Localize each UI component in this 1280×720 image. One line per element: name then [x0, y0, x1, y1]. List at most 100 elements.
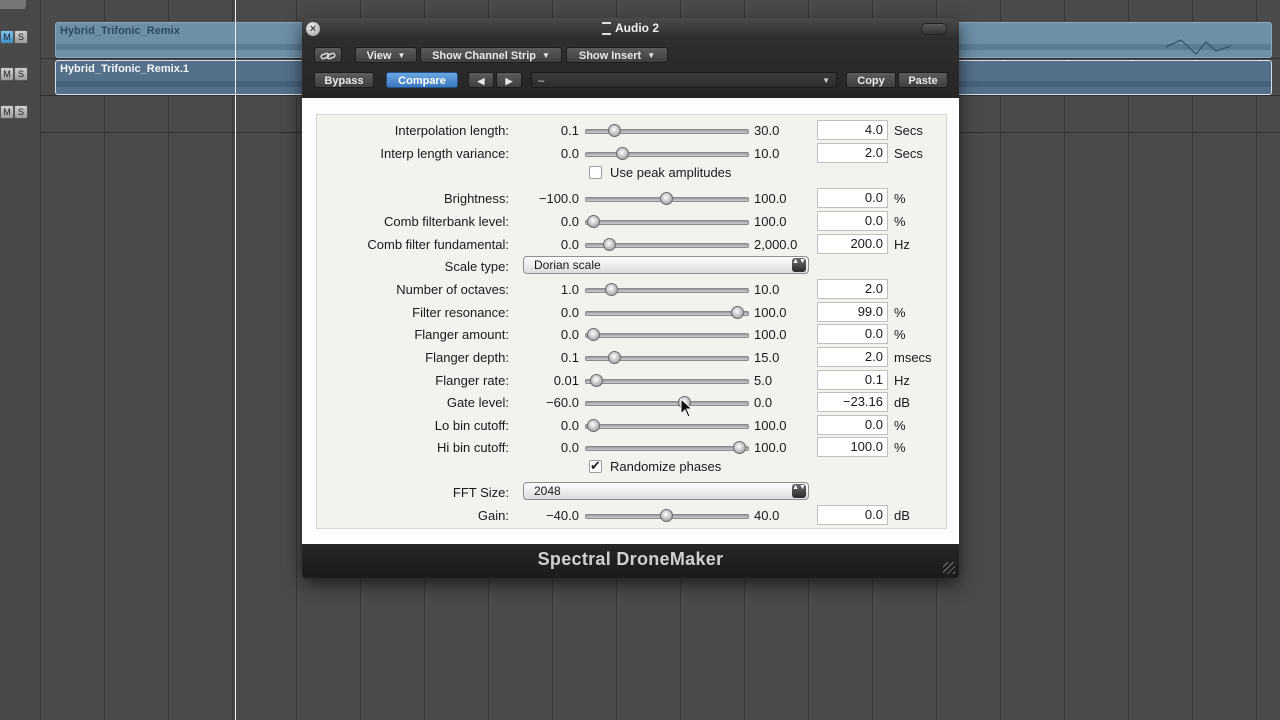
param-value-field[interactable]: −23.16: [817, 392, 888, 412]
previous-preset-button[interactable]: ◀: [468, 72, 494, 88]
param-unit: dB: [894, 508, 910, 523]
param-slider[interactable]: [585, 351, 749, 364]
slider-knob[interactable]: [732, 441, 746, 454]
link-button[interactable]: [314, 47, 342, 63]
channel-icon: [602, 22, 611, 36]
param-max: 2,000.0: [754, 237, 798, 252]
show-channel-strip-button[interactable]: Show Channel Strip ▼: [420, 47, 562, 63]
param-min: 0.1: [560, 123, 579, 138]
param-unit: Hz: [894, 237, 910, 252]
preset-menu[interactable]: – ▼: [531, 72, 837, 88]
solo-button[interactable]: S: [14, 30, 28, 44]
param-slider[interactable]: [585, 283, 749, 296]
playhead[interactable]: [235, 0, 236, 720]
param-label: Interpolation length:: [394, 123, 509, 138]
toolbar-toggle-button[interactable]: [921, 23, 947, 35]
mute-button[interactable]: M: [0, 67, 14, 81]
view-menu-button[interactable]: View ▼: [355, 47, 417, 63]
paste-button[interactable]: Paste: [898, 72, 948, 88]
param-min: 1.0: [560, 282, 579, 297]
slider-knob[interactable]: [587, 328, 601, 341]
param-max: 10.0: [754, 146, 780, 161]
param-min: −40.0: [546, 508, 579, 523]
slider-knob[interactable]: [608, 351, 622, 364]
show-insert-label: Show Insert: [578, 50, 642, 62]
param-min: −60.0: [546, 395, 579, 410]
mute-button[interactable]: M: [0, 30, 14, 44]
fft-size-select[interactable]: 2048 ▲▼: [523, 482, 809, 500]
use-peak-amplitudes-checkbox[interactable]: Use peak amplitudes: [589, 165, 889, 183]
window-title-text: Audio 2: [615, 21, 659, 35]
next-preset-button[interactable]: ▶: [496, 72, 522, 88]
param-slider[interactable]: [585, 147, 749, 160]
param-slider[interactable]: [585, 396, 749, 409]
slider-knob[interactable]: [587, 215, 601, 228]
track-header-row: M S: [0, 67, 40, 103]
param-label: Flanger rate:: [435, 373, 509, 388]
window-titlebar[interactable]: × Audio 2: [302, 18, 959, 40]
param-value-field[interactable]: 0.0: [817, 324, 888, 344]
param-value-field[interactable]: 0.0: [817, 211, 888, 231]
param-unit: %: [894, 418, 906, 433]
region-name: Hybrid_Trifonic_Remix: [60, 25, 180, 37]
param-slider[interactable]: [585, 374, 749, 387]
param-label: Hi bin cutoff:: [436, 440, 509, 455]
checkbox-label: Use peak amplitudes: [610, 165, 732, 180]
randomize-phases-checkbox[interactable]: ✔ Randomize phases: [589, 459, 889, 477]
checkbox-box[interactable]: ✔: [589, 459, 602, 473]
param-max: 100.0: [754, 214, 787, 229]
param-slider[interactable]: [585, 441, 749, 454]
mute-button[interactable]: M: [0, 105, 14, 119]
slider-knob[interactable]: [616, 147, 630, 160]
bypass-button[interactable]: Bypass: [314, 72, 374, 88]
slider-knob[interactable]: [660, 192, 673, 205]
track-header-button[interactable]: [0, 0, 26, 9]
param-slider[interactable]: [585, 124, 749, 137]
copy-button[interactable]: Copy: [846, 72, 896, 88]
param-fft-size: FFT Size: 2048 ▲▼: [317, 482, 946, 502]
slider-knob[interactable]: [608, 124, 622, 137]
param-value-field[interactable]: 200.0: [817, 234, 888, 254]
updown-arrows-icon: ▲▼: [792, 258, 806, 272]
param-max: 0.0: [754, 395, 773, 410]
slider-knob[interactable]: [660, 509, 673, 522]
param-value-field[interactable]: 2.0: [817, 347, 888, 367]
resize-handle-icon[interactable]: [943, 562, 955, 574]
param-scale-type: Scale type: Dorian scale ▲▼: [317, 256, 946, 276]
checkbox-box[interactable]: [589, 166, 602, 179]
param-slider[interactable]: [585, 215, 749, 228]
slider-knob[interactable]: [604, 283, 618, 296]
param-unit: msecs: [894, 350, 932, 365]
param-value-field[interactable]: 2.0: [817, 279, 888, 299]
slider-knob[interactable]: [603, 238, 617, 251]
compare-button[interactable]: Compare: [386, 72, 458, 88]
param-slider[interactable]: [585, 192, 749, 205]
param-value-field[interactable]: 0.0: [817, 505, 888, 525]
param-slider[interactable]: [585, 306, 749, 319]
param-max: 10.0: [754, 282, 780, 297]
param-value-field[interactable]: 100.0: [817, 437, 888, 457]
slider-knob[interactable]: [590, 374, 604, 387]
param-value-field[interactable]: 0.1: [817, 370, 888, 390]
solo-button[interactable]: S: [14, 105, 28, 119]
param-value-field[interactable]: 0.0: [817, 188, 888, 208]
param-max: 30.0: [754, 123, 780, 138]
param-slider[interactable]: [585, 328, 749, 341]
param-value-field[interactable]: 4.0: [817, 120, 888, 140]
param-label: Comb filterbank level:: [384, 214, 509, 229]
param-value-field[interactable]: 99.0: [817, 302, 888, 322]
param-min: 0.1: [560, 350, 579, 365]
param-value-field[interactable]: 2.0: [817, 143, 888, 163]
param-value-field[interactable]: 0.0: [817, 415, 888, 435]
param-label: Flanger amount:: [414, 327, 509, 342]
param-slider[interactable]: [585, 419, 749, 432]
param-slider[interactable]: [585, 509, 749, 522]
slider-knob[interactable]: [587, 419, 601, 432]
param-slider[interactable]: [585, 238, 749, 251]
show-insert-button[interactable]: Show Insert ▼: [566, 47, 668, 63]
slider-knob[interactable]: [731, 306, 745, 319]
solo-button[interactable]: S: [14, 67, 28, 81]
param-gain: Gain: −40.0 40.0 0.0 dB: [317, 505, 946, 525]
scale-type-select[interactable]: Dorian scale ▲▼: [523, 256, 809, 274]
param-unit: %: [894, 214, 906, 229]
